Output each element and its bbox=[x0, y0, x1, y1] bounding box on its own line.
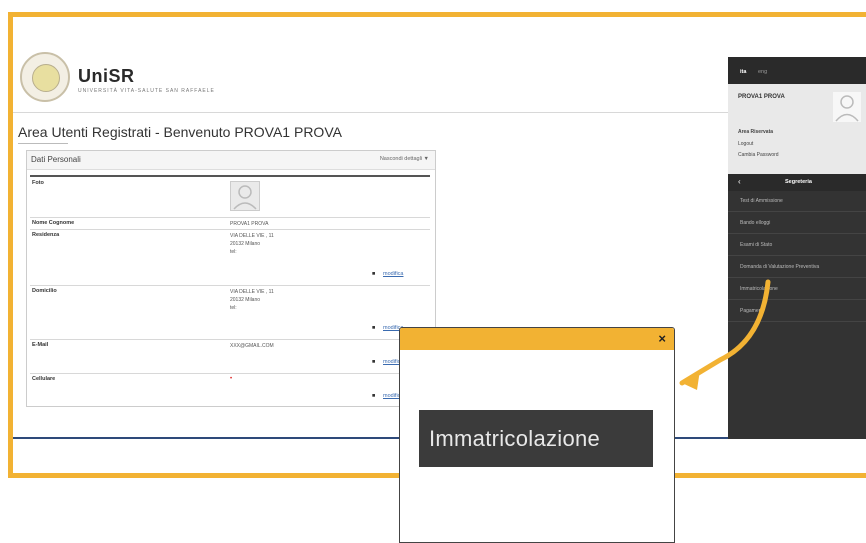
button-label: Immatricolazione bbox=[429, 426, 601, 451]
popup-header: × bbox=[400, 328, 674, 350]
zoom-popup: × Immatricolazione bbox=[399, 327, 675, 543]
close-icon[interactable]: × bbox=[658, 331, 666, 346]
immatricolazione-button[interactable]: Immatricolazione bbox=[419, 410, 653, 467]
